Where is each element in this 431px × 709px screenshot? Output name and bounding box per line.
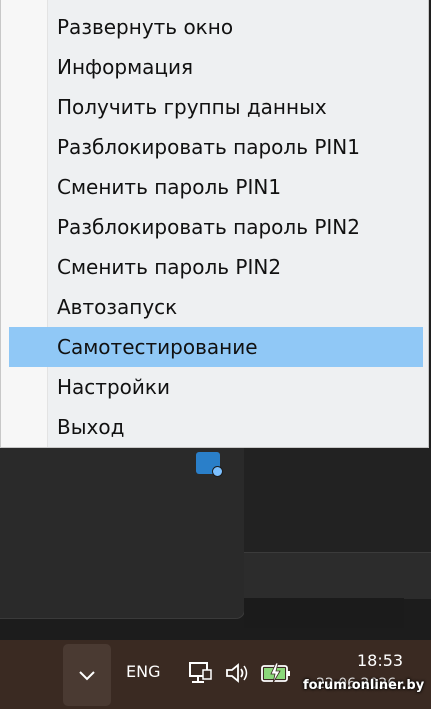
menu-item-settings[interactable]: Настройки — [9, 367, 423, 407]
clock-time[interactable]: 18:53 — [357, 651, 403, 670]
tray-context-menu: Развернуть окно Информация Получить груп… — [0, 0, 429, 448]
show-hidden-icons-button[interactable] — [63, 644, 111, 706]
menu-item-expand-window[interactable]: Развернуть окно — [9, 7, 423, 47]
menu-item-change-pin2[interactable]: Сменить пароль PIN2 — [9, 247, 423, 287]
menu-item-get-data-groups[interactable]: Получить группы данных — [9, 87, 423, 127]
speaker-icon[interactable] — [224, 661, 250, 685]
menu-item-unblock-pin2[interactable]: Разблокировать пароль PIN2 — [9, 207, 423, 247]
menu-item-change-pin1[interactable]: Сменить пароль PIN1 — [9, 167, 423, 207]
menu-item-exit[interactable]: Выход — [9, 407, 423, 447]
language-indicator[interactable]: ENG — [126, 662, 160, 681]
app-panel — [244, 552, 431, 599]
menu-item-information[interactable]: Информация — [9, 47, 423, 87]
app-tray-icon[interactable] — [196, 452, 223, 477]
battery-charging-icon[interactable] — [259, 661, 293, 685]
menu-item-unblock-pin1[interactable]: Разблокировать пароль PIN1 — [9, 127, 423, 167]
chevron-up-icon — [79, 671, 95, 681]
menu-item-self-test[interactable]: Самотестирование — [9, 327, 423, 367]
app-panel-lower — [244, 598, 404, 628]
menu-item-autostart[interactable]: Автозапуск — [9, 287, 423, 327]
network-icon[interactable] — [187, 660, 213, 686]
watermark: forum.onliner.by — [303, 678, 425, 693]
app-window-right — [244, 448, 431, 552]
